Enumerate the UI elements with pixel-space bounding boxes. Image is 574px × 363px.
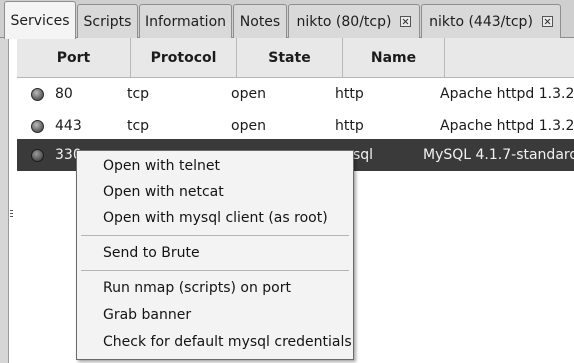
service-status-icon (31, 120, 44, 133)
tab-notes[interactable]: Notes (233, 4, 287, 38)
tab-nikto-80[interactable]: nikto (80/tcp) (288, 4, 420, 38)
name-cell: http (335, 118, 364, 134)
tab-nikto-443[interactable]: nikto (443/tcp) (421, 4, 561, 38)
context-menu: Open with telnet Open with netcat Open w… (76, 150, 354, 360)
protocol-cell: tcp (127, 118, 150, 134)
close-icon[interactable] (400, 16, 412, 27)
tab-label: nikto (443/tcp) (429, 13, 533, 30)
port-cell: 80 (55, 86, 73, 102)
tab-label: Scripts (83, 13, 132, 30)
splitter-handle[interactable] (9, 208, 15, 228)
port-cell: 443 (55, 118, 82, 134)
tab-label: Notes (239, 13, 281, 30)
tab-label: Information (144, 13, 227, 30)
menu-item-run-nmap[interactable]: Run nmap (scripts) on port (77, 275, 353, 301)
tab-label: Services (10, 12, 70, 29)
tab-information[interactable]: Information (139, 4, 232, 38)
menu-item-check-default-credentials[interactable]: Check for default mysql credentials (77, 329, 353, 355)
tab-label: nikto (80/tcp) (296, 13, 392, 30)
service-status-icon (31, 88, 44, 101)
tab-scripts[interactable]: Scripts (77, 4, 138, 38)
protocol-cell: tcp (127, 86, 150, 102)
menu-item-open-netcat[interactable]: Open with netcat (77, 179, 353, 205)
column-header-state[interactable]: State (237, 38, 343, 78)
tab-services[interactable]: Services (4, 1, 76, 39)
table-header: Port Protocol State Name (17, 38, 574, 78)
table-row[interactable]: 80 tcp open http Apache httpd 1.3.28 (17, 78, 574, 110)
version-cell: Apache httpd 1.3.28 (440, 118, 574, 134)
version-cell: MySQL 4.1.7-standard (423, 147, 574, 163)
column-header-port[interactable]: Port (17, 38, 131, 78)
menu-separator (81, 235, 349, 236)
tab-bar: Services Scripts Information Notes nikto… (0, 0, 574, 39)
menu-item-open-mysql-client[interactable]: Open with mysql client (as root) (77, 205, 353, 231)
column-header-name[interactable]: Name (343, 38, 445, 78)
menu-item-grab-banner[interactable]: Grab banner (77, 302, 353, 328)
name-cell: sql (353, 147, 374, 163)
state-cell: open (231, 118, 266, 134)
column-header-protocol[interactable]: Protocol (131, 38, 237, 78)
menu-item-open-telnet[interactable]: Open with telnet (77, 153, 353, 179)
name-cell: http (335, 86, 364, 102)
menu-separator (81, 270, 349, 271)
close-icon[interactable] (541, 16, 553, 27)
column-header-version[interactable] (445, 38, 574, 78)
version-cell: Apache httpd 1.3.28 (440, 86, 574, 102)
menu-item-send-to-brute[interactable]: Send to Brute (77, 240, 353, 266)
service-status-icon (31, 149, 44, 162)
table-row[interactable]: 443 tcp open http Apache httpd 1.3.28 (17, 110, 574, 142)
state-cell: open (231, 86, 266, 102)
